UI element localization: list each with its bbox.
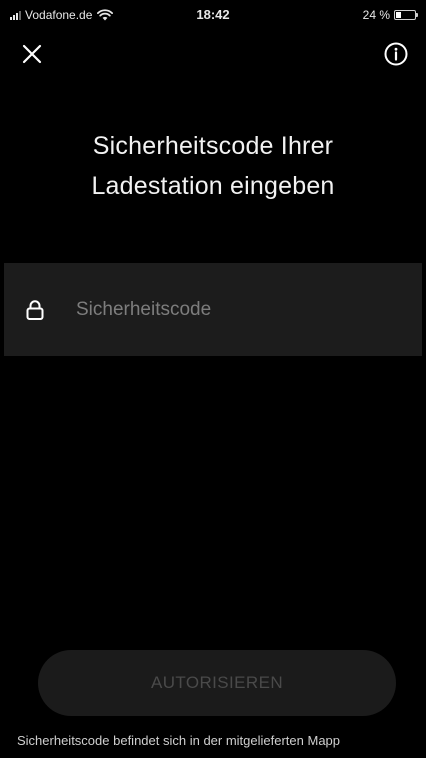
status-bar: Vodafone.de 18:42 24 % (0, 0, 426, 30)
battery-icon (394, 10, 418, 20)
battery-level-fill (396, 12, 401, 18)
info-button[interactable] (383, 41, 409, 67)
lock-icon (26, 300, 44, 320)
page-title: Sicherheitscode Ihrer Ladestation eingeb… (30, 126, 396, 206)
security-code-field[interactable] (4, 263, 422, 356)
info-icon (384, 42, 408, 66)
page-title-line-1: Sicherheitscode Ihrer (92, 132, 334, 160)
authorize-button[interactable]: AUTORISIEREN (38, 650, 396, 716)
security-code-input[interactable] (76, 294, 402, 326)
status-right: 24 % (362, 8, 418, 22)
close-button[interactable] (20, 42, 44, 66)
battery-percent: 24 % (362, 8, 390, 22)
page-title-line-2: Ladestation eingeben (91, 172, 335, 200)
close-icon (22, 44, 42, 64)
footer-hint: Sicherheitscode befindet sich in der mit… (17, 733, 341, 748)
